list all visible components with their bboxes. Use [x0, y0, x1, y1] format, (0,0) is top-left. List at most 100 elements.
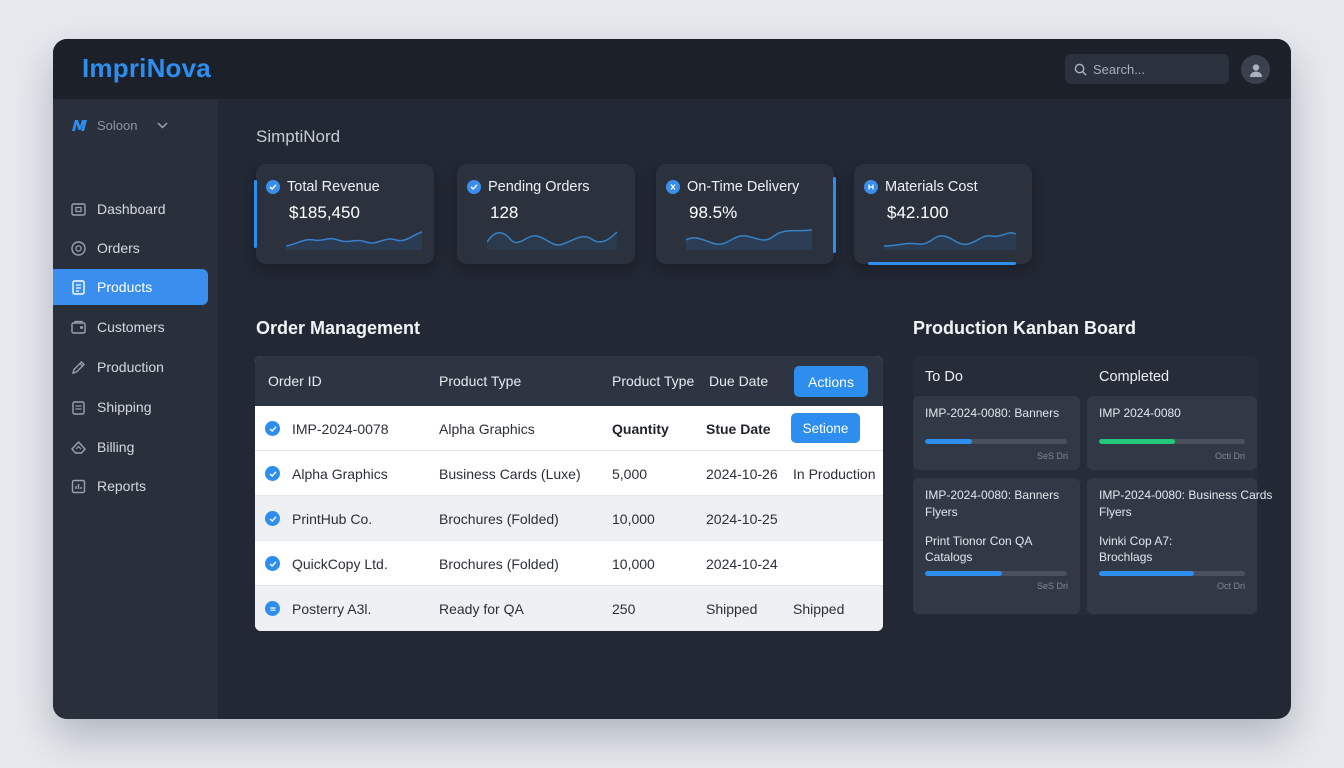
- search-input[interactable]: Search...: [1093, 62, 1145, 77]
- table-row[interactable]: Alpha Graphics Business Cards (Luxe) 5,0…: [255, 451, 883, 496]
- sidebar-item-orders[interactable]: Orders: [53, 230, 208, 266]
- sidebar-item-billing[interactable]: Billing: [53, 429, 208, 465]
- sidebar-item-label: Orders: [97, 240, 140, 256]
- sidebar-item-label: Production: [97, 359, 164, 375]
- quantity: 5,000: [612, 466, 648, 482]
- table-header: Order ID Product Type Product Type Due D…: [255, 356, 883, 406]
- sidebar-item-label: Reports: [97, 478, 147, 494]
- card-meta: SeS Dri: [1036, 581, 1068, 591]
- column-header-order-id[interactable]: Order ID: [268, 373, 322, 389]
- sidebar-item-reports[interactable]: Reports: [53, 468, 208, 504]
- search-box[interactable]: Search...: [1065, 54, 1229, 84]
- products-icon: [72, 279, 85, 295]
- column-header-product-type-2[interactable]: Product Type: [612, 373, 694, 389]
- progress-fill: [925, 571, 1002, 576]
- order-id: Alpha Graphics: [292, 466, 388, 482]
- product-type: Brochures (Folded): [439, 511, 559, 527]
- table-row[interactable]: PrintHub Co. Brochures (Folded) 10,000 2…: [255, 496, 883, 541]
- sidebar-item-production[interactable]: Production: [53, 349, 208, 385]
- column-header-due-date[interactable]: Due Date: [709, 373, 768, 389]
- orders-table: Order ID Product Type Product Type Due D…: [255, 356, 883, 631]
- kpi-card-total-revenue[interactable]: Total Revenue $185,450: [254, 164, 434, 264]
- kpi-card-materials-cost[interactable]: Materials Cost $42.100: [854, 164, 1032, 265]
- orders-icon: [71, 240, 86, 256]
- kanban-card[interactable]: IMP 2024-0080 Octi Dri: [1087, 396, 1257, 470]
- check-circle-icon[interactable]: [265, 421, 280, 436]
- progress-bar: [1099, 439, 1245, 444]
- check-circle-icon[interactable]: [265, 466, 280, 481]
- quantity: Quantity: [612, 421, 669, 437]
- sidebar-item-dashboard[interactable]: Dashboard: [53, 191, 208, 227]
- list-circle-icon[interactable]: [265, 601, 280, 616]
- actions-button[interactable]: Actions: [794, 366, 868, 397]
- kanban-column-title-completed: Completed: [1099, 369, 1170, 385]
- progress-fill: [1099, 571, 1194, 576]
- sidebar-item-label: Shipping: [97, 399, 152, 415]
- card-meta: SeS Dri: [1036, 451, 1068, 461]
- sidebar-item-products[interactable]: Products: [53, 269, 208, 305]
- table-row[interactable]: Posterry A3l. Ready for QA 250 Shipped S…: [255, 586, 883, 631]
- check-circle-icon[interactable]: [265, 556, 280, 571]
- status: Shipped: [793, 601, 845, 617]
- reports-icon: [71, 479, 86, 493]
- brand-logo[interactable]: ImpriNova: [82, 53, 211, 84]
- top-bar: ImpriNova Search...: [53, 39, 1291, 100]
- quantity: 10,000: [612, 511, 655, 527]
- progress-bar: [925, 439, 1067, 444]
- dashboard-icon: [71, 202, 86, 216]
- sidebar-item-label: Products: [97, 279, 153, 295]
- check-circle-icon[interactable]: [265, 511, 280, 526]
- materials-icon: [864, 180, 878, 194]
- kpi-value: 98.5%: [689, 203, 738, 222]
- order-id: Posterry A3l.: [292, 601, 372, 617]
- progress-bar: [1099, 571, 1245, 576]
- kanban-card[interactable]: IMP-2024-0080: Banners SeS Dri: [913, 396, 1080, 470]
- order-id: IMP-2024-0078: [292, 421, 389, 437]
- workspace-switcher[interactable]: Soloon: [71, 118, 169, 133]
- sidebar: Soloon Dashboard Orders Products Custome…: [53, 100, 218, 719]
- product-type: Brochures (Folded): [439, 556, 559, 572]
- orders-section-title: Order Management: [256, 318, 421, 338]
- search-icon: [1074, 63, 1087, 76]
- sidebar-item-shipping[interactable]: Shipping: [53, 389, 208, 425]
- kpi-card-pending-orders[interactable]: Pending Orders 128: [457, 164, 635, 264]
- table-row[interactable]: QuickCopy Ltd. Brochures (Folded) 10,000…: [255, 541, 883, 586]
- sparkline: [884, 232, 1017, 250]
- customers-icon: [71, 320, 86, 334]
- sparkline: [286, 231, 422, 250]
- table-row[interactable]: IMP-2024-0078 Alpha Graphics Quantity St…: [255, 406, 883, 451]
- kanban-card[interactable]: IMP-2024-0080: Business Cards Flyers Ivi…: [1087, 478, 1272, 614]
- card-accent: [868, 262, 1016, 265]
- card-subtitle: Flyers: [1099, 505, 1132, 519]
- kanban-section-title: Production Kanban Board: [913, 318, 1137, 338]
- kanban-card[interactable]: IMP-2024-0080: Banners Flyers Print Tion…: [913, 478, 1080, 614]
- column-header-product-type[interactable]: Product Type: [439, 373, 521, 389]
- avatar[interactable]: [1241, 55, 1270, 84]
- card-detail: Print Tionor Con QA: [925, 534, 1033, 548]
- shipping-icon: [72, 400, 85, 415]
- page-title: SimptiNord: [256, 127, 341, 146]
- sidebar-item-label: Dashboard: [97, 201, 166, 217]
- due-date: 2024-10-25: [706, 511, 778, 527]
- row-action-button[interactable]: Setione: [791, 413, 860, 443]
- progress-fill: [925, 439, 972, 444]
- card-subtitle: Flyers: [925, 505, 958, 519]
- product-type: Business Cards (Luxe): [439, 466, 581, 482]
- due-date: Stue Date: [706, 421, 771, 437]
- sidebar-item-customers[interactable]: Customers: [53, 309, 208, 345]
- kpi-label: Materials Cost: [885, 179, 978, 195]
- kpi-value: $42.100: [887, 203, 949, 222]
- workspace-name: Soloon: [97, 118, 138, 133]
- product-type: Ready for QA: [439, 601, 524, 617]
- status: In Production: [793, 466, 876, 482]
- card-accent: [254, 180, 257, 248]
- quantity: 10,000: [612, 556, 655, 572]
- billing-icon: [71, 440, 86, 454]
- app-window: ImpriNova Search... Soloon Dashboard Ord…: [53, 39, 1291, 719]
- kpi-label: Pending Orders: [488, 179, 590, 195]
- card-title: IMP-2024-0080: Banners: [925, 488, 1060, 502]
- kpi-card-on-time-delivery[interactable]: On-Time Delivery 98.5%: [656, 164, 836, 264]
- card-title: IMP 2024-0080: [1099, 406, 1181, 420]
- progress-fill: [1099, 439, 1175, 444]
- progress-bar: [925, 571, 1067, 576]
